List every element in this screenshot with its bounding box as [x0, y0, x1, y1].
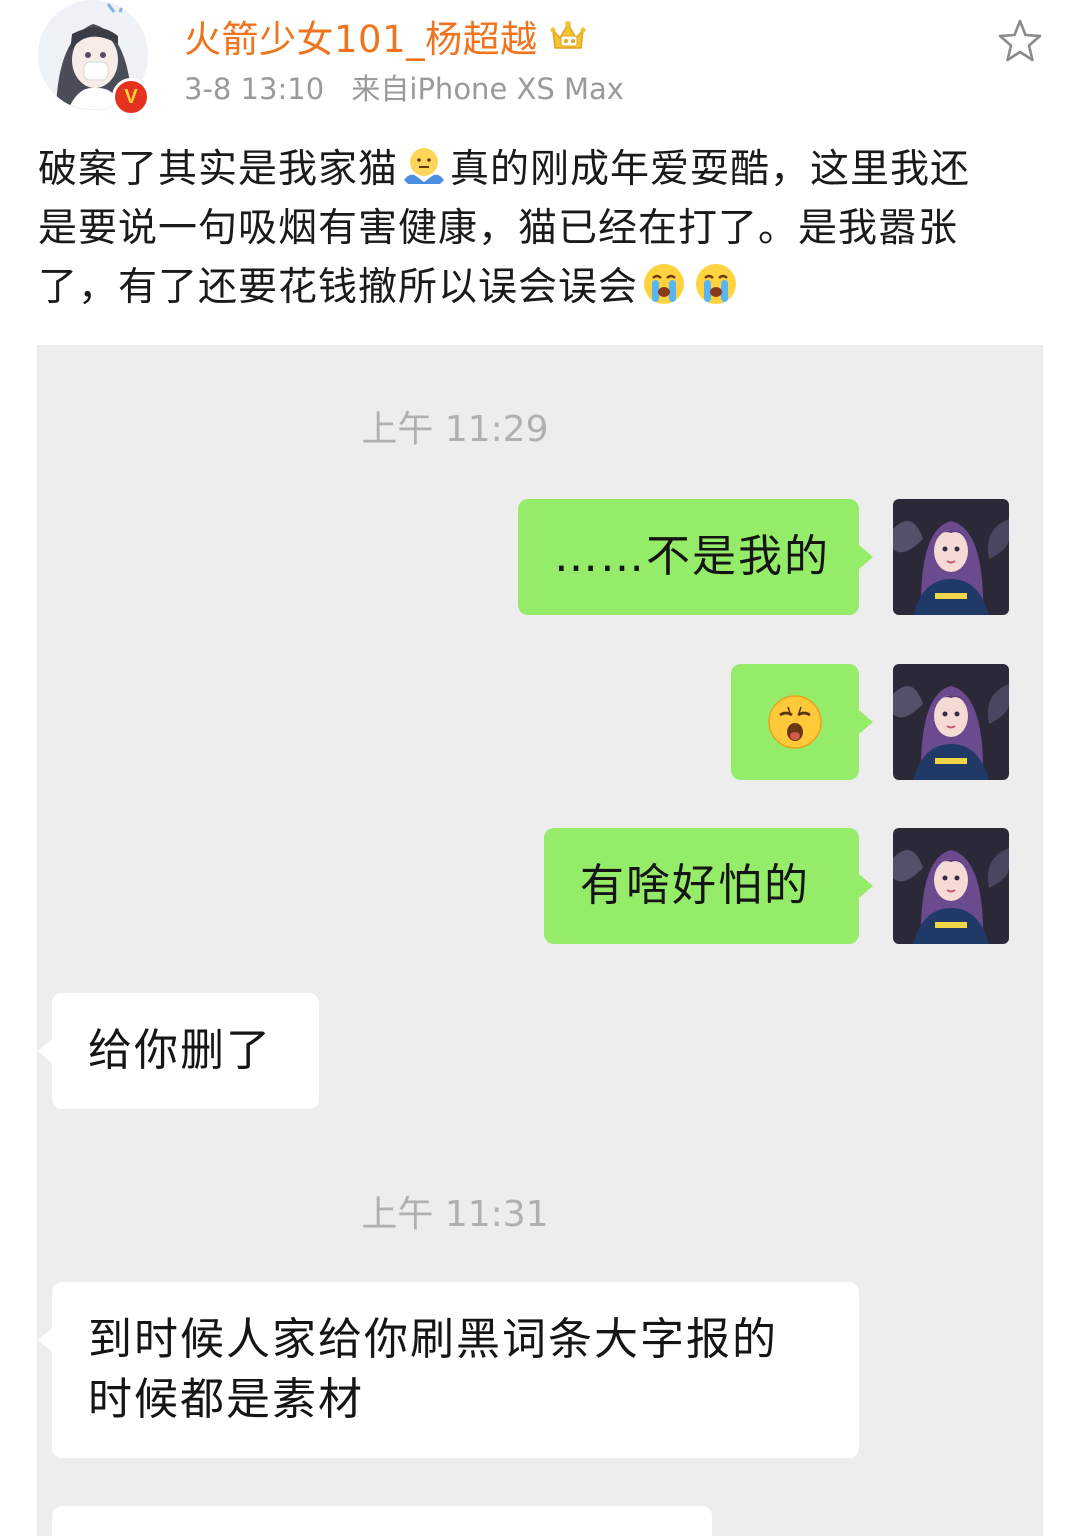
- star-icon[interactable]: [994, 16, 1046, 68]
- chat-bubble-outgoing[interactable]: [731, 664, 873, 780]
- post-text: 破案了其实是我家猫 真的刚成年爱耍酷，这里我还 是要说一句吸烟有害健康，猫已经在…: [38, 140, 1038, 317]
- post-image-chat-screenshot[interactable]: 上午 11:29 ……不是我的 有啥好怕的 给你删了 上午 11:31 到时候人…: [37, 345, 1043, 1536]
- chat-message-text: 到时候人家给你刷黑词条大字报的 时候都是素材: [88, 1310, 778, 1430]
- post-text-segment: 是要说一句吸烟有害健康，猫已经在打了。是我嚣张: [38, 206, 959, 251]
- post-time: 3-8 13:10: [184, 72, 325, 106]
- post-text-line: 了，有了还要花钱撤所以误会误会: [38, 258, 1038, 317]
- vip-crown-icon: [550, 21, 586, 49]
- chat-bubble-outgoing[interactable]: ……不是我的: [518, 499, 873, 615]
- chat-message-text: ……不是我的: [554, 531, 830, 582]
- avatar-illustration: [893, 664, 1009, 780]
- post-author-avatar[interactable]: V: [38, 0, 150, 116]
- post-text-line: 是要说一句吸烟有害健康，猫已经在打了。是我嚣张: [38, 199, 1038, 258]
- chat-bubble-incoming[interactable]: 到时候人家给你刷黑词条大字报的 时候都是素材: [38, 1282, 859, 1458]
- post-source: 来自iPhone XS Max: [351, 72, 624, 106]
- chat-timestamp: 上午 11:29: [361, 409, 549, 450]
- chat-user-avatar[interactable]: [893, 499, 1009, 615]
- chat-bubble-outgoing[interactable]: 有啥好怕的: [544, 828, 873, 944]
- chat-message-text: 给你删了: [88, 1025, 272, 1076]
- post-text-segment: 真的刚成年爱耍酷，这里我还: [450, 147, 971, 192]
- post-text-segment: 破案了其实是我家猫: [38, 147, 399, 192]
- chat-message-text: 有啥好怕的: [580, 860, 810, 911]
- verified-badge-icon: V: [112, 78, 150, 116]
- chat-message-line: 时候都是素材: [88, 1374, 364, 1425]
- crying-emoji-icon: [644, 264, 685, 304]
- post-text-segment: 了，有了还要花钱撤所以误会误会: [38, 265, 639, 310]
- chat-timestamp: 上午 11:31: [361, 1194, 549, 1235]
- chat-user-avatar[interactable]: [893, 828, 1009, 944]
- post-text-line: 破案了其实是我家猫 真的刚成年爱耍酷，这里我还: [38, 140, 1038, 199]
- post-username[interactable]: 火箭少女101_杨超越: [184, 9, 538, 63]
- yawning-emoji-icon: [768, 695, 822, 749]
- avatar-illustration: [893, 499, 1009, 615]
- avatar-illustration: [893, 828, 1009, 944]
- chat-message-line: 到时候人家给你刷黑词条大字报的: [88, 1314, 778, 1365]
- shrug-emoji-icon: [404, 148, 445, 184]
- username-row: 火箭少女101_杨超越: [184, 10, 588, 62]
- chat-bubble-incoming[interactable]: 给你删了: [38, 993, 319, 1109]
- chat-bubble-incoming-partial[interactable]: [52, 1506, 712, 1536]
- crying-emoji-icon: [696, 264, 737, 304]
- chat-user-avatar[interactable]: [893, 664, 1009, 780]
- post-meta: 3-8 13:10 来自iPhone XS Max: [184, 66, 624, 108]
